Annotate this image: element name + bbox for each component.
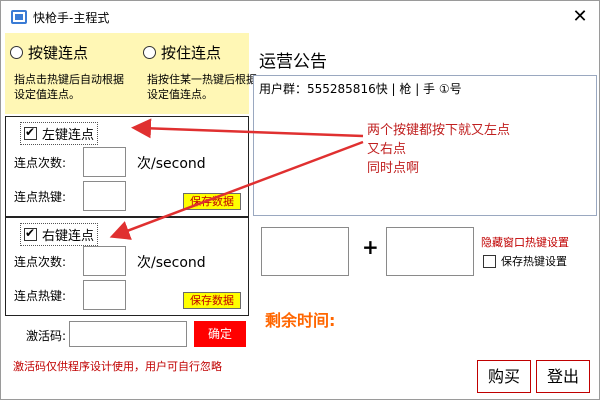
hold-down-desc: 指按住某一热键后根据设定值连点。 [147, 73, 257, 101]
left-click-group: 左键连点 连点次数: 次/second 连点热键: 保存数据 [5, 116, 249, 217]
hold-key-desc: 指点击热键后自动根据设定值连点。 [14, 73, 124, 101]
left-click-label: 左键连点 [42, 128, 95, 143]
hold-key-label: 按键连点 [28, 44, 89, 62]
activation-code-input[interactable] [69, 321, 187, 347]
left-hotkey-label: 连点热键: [14, 190, 67, 204]
activation-note: 激活码仅供程序设计使用，用户可自行忽略 [13, 360, 222, 373]
logout-button[interactable]: 登出 [536, 360, 590, 393]
notice-title: 运营公告 [259, 52, 327, 72]
right-click-label: 右键连点 [42, 229, 95, 244]
hide-hotkey-modifier-input[interactable] [261, 227, 349, 276]
checkbox-checked-icon[interactable] [24, 125, 37, 140]
notice-text: 用户群：555285816快 | 枪 | 手 ①号 [259, 82, 462, 96]
radio-circle-icon[interactable] [10, 46, 23, 59]
right-hotkey-label: 连点热键: [14, 289, 67, 303]
right-count-input[interactable] [83, 246, 126, 276]
save-hotkey-label: 保存热键设置 [501, 255, 567, 268]
left-hotkey-input[interactable] [83, 181, 126, 211]
save-hotkey-checkbox[interactable]: 保存热键设置 [483, 253, 567, 269]
left-count-label: 连点次数: [14, 156, 67, 170]
confirm-button[interactable]: 确定 [194, 321, 246, 347]
right-save-button[interactable]: 保存数据 [183, 292, 241, 309]
annotation-line: 同时点啊 [367, 161, 420, 176]
remaining-time-label: 剩余时间: [265, 311, 336, 330]
left-click-checkbox[interactable]: 左键连点 [20, 122, 99, 145]
window-title: 快枪手-主程式 [33, 11, 110, 25]
main-window: 快枪手-主程式 ✕ 按键连点 指点击热键后自动根据设定值连点。 按住连点 指按住… [0, 0, 600, 400]
hide-window-hotkey-label[interactable]: 隐藏窗口热键设置 [481, 234, 569, 250]
annotation-line: 两个按键都按下就又左点 [367, 123, 511, 138]
checkbox-checked-icon[interactable] [24, 226, 37, 241]
left-count-input[interactable] [83, 147, 126, 177]
right-hotkey-input[interactable] [83, 280, 126, 310]
annotation-text: 两个按键都按下就又左点 又右点 同时点啊 [367, 121, 510, 178]
hide-hotkey-key-input[interactable] [386, 227, 474, 276]
annotation-line: 又右点 [367, 142, 407, 157]
radio-circle-icon[interactable] [143, 46, 156, 59]
activation-label: 激活码: [26, 329, 67, 343]
app-icon [11, 10, 27, 24]
hold-down-label: 按住连点 [161, 44, 222, 62]
right-click-group: 右键连点 连点次数: 次/second 连点热键: 保存数据 [5, 217, 249, 316]
title-bar[interactable]: 快枪手-主程式 ✕ [1, 1, 599, 33]
plus-sign: + [362, 235, 379, 259]
right-count-label: 连点次数: [14, 255, 67, 269]
left-save-button[interactable]: 保存数据 [183, 193, 241, 210]
hold-down-radio[interactable]: 按住连点 [143, 42, 221, 63]
close-button[interactable]: ✕ [561, 1, 599, 33]
click-mode-panel: 按键连点 指点击热键后自动根据设定值连点。 按住连点 指按住某一热键后根据设定值… [5, 33, 257, 114]
right-unit-label: 次/second [137, 255, 206, 271]
left-unit-label: 次/second [137, 156, 206, 172]
checkbox-icon[interactable] [483, 254, 496, 268]
hold-key-radio[interactable]: 按键连点 [10, 42, 88, 63]
buy-button[interactable]: 购买 [477, 360, 531, 393]
right-click-checkbox[interactable]: 右键连点 [20, 223, 99, 246]
